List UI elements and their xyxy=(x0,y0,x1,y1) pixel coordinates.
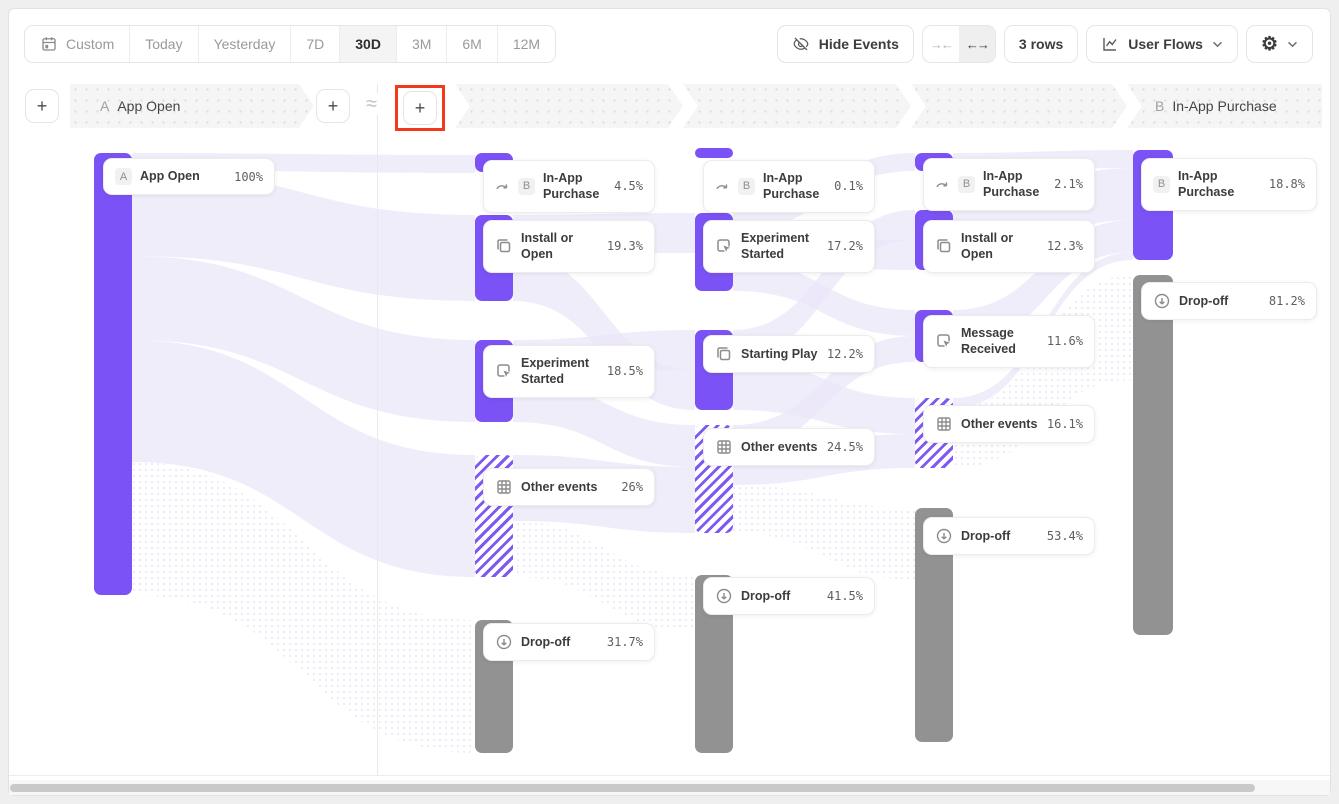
overlap-squares-icon xyxy=(715,345,733,363)
node-card-app-open[interactable]: A App Open 100% xyxy=(103,158,275,195)
node-card-experiment-started[interactable]: Experiment Started 17.2% xyxy=(703,220,875,273)
node-card-drop-off[interactable]: Drop-off 41.5% xyxy=(703,577,875,615)
chart-bottom-divider xyxy=(9,775,1330,776)
cursor-click-icon xyxy=(715,237,733,255)
node-bar-drop-off[interactable] xyxy=(1133,275,1173,635)
arrow-down-circle-icon xyxy=(715,587,733,605)
node-card-message-received[interactable]: Message Received 11.6% xyxy=(923,315,1095,368)
grid-icon xyxy=(715,438,733,456)
node-card-starting-play[interactable]: Starting Play 12.2% xyxy=(703,335,875,373)
node-card-install-or-open[interactable]: Install or Open 12.3% xyxy=(923,220,1095,273)
step-b-badge: B xyxy=(738,178,755,195)
node-card-other-events[interactable]: Other events 24.5% xyxy=(703,428,875,466)
trend-arrow-icon xyxy=(715,179,730,194)
user-flows-report: Custom Today Yesterday 7D 30D 3M 6M 12M … xyxy=(0,0,1339,804)
trend-arrow-icon xyxy=(495,179,510,194)
node-card-other-events[interactable]: Other events 16.1% xyxy=(923,405,1095,443)
node-bar-app-open[interactable] xyxy=(94,153,132,595)
node-card-in-app-purchase[interactable]: B In-App Purchase 0.1% xyxy=(703,160,875,213)
cursor-click-icon xyxy=(495,362,513,380)
overlap-squares-icon xyxy=(935,237,953,255)
overlap-squares-icon xyxy=(495,237,513,255)
arrow-down-circle-icon xyxy=(1153,292,1171,310)
node-card-drop-off[interactable]: Drop-off 81.2% xyxy=(1141,282,1317,320)
cursor-click-icon xyxy=(935,332,953,350)
node-card-in-app-purchase[interactable]: B In-App Purchase 4.5% xyxy=(483,160,655,213)
node-card-in-app-purchase[interactable]: B In-App Purchase 2.1% xyxy=(923,158,1095,211)
node-card-experiment-started[interactable]: Experiment Started 18.5% xyxy=(483,345,655,398)
node-bar-in-app-purchase[interactable] xyxy=(695,148,733,158)
horizontal-scrollbar-thumb[interactable] xyxy=(10,784,1255,792)
node-card-install-or-open[interactable]: Install or Open 19.3% xyxy=(483,220,655,273)
node-card-drop-off[interactable]: Drop-off 31.7% xyxy=(483,623,655,661)
arrow-down-circle-icon xyxy=(495,633,513,651)
step-b-badge: B xyxy=(1153,176,1170,193)
grid-icon xyxy=(495,478,513,496)
step-a-badge: A xyxy=(115,168,132,185)
node-card-drop-off[interactable]: Drop-off 53.4% xyxy=(923,517,1095,555)
node-card-other-events[interactable]: Other events 26% xyxy=(483,468,655,506)
node-card-in-app-purchase[interactable]: B In-App Purchase 18.8% xyxy=(1141,158,1317,211)
arrow-down-circle-icon xyxy=(935,527,953,545)
step-b-badge: B xyxy=(958,176,975,193)
grid-icon xyxy=(935,415,953,433)
step-b-badge: B xyxy=(518,178,535,195)
trend-arrow-icon xyxy=(935,177,950,192)
